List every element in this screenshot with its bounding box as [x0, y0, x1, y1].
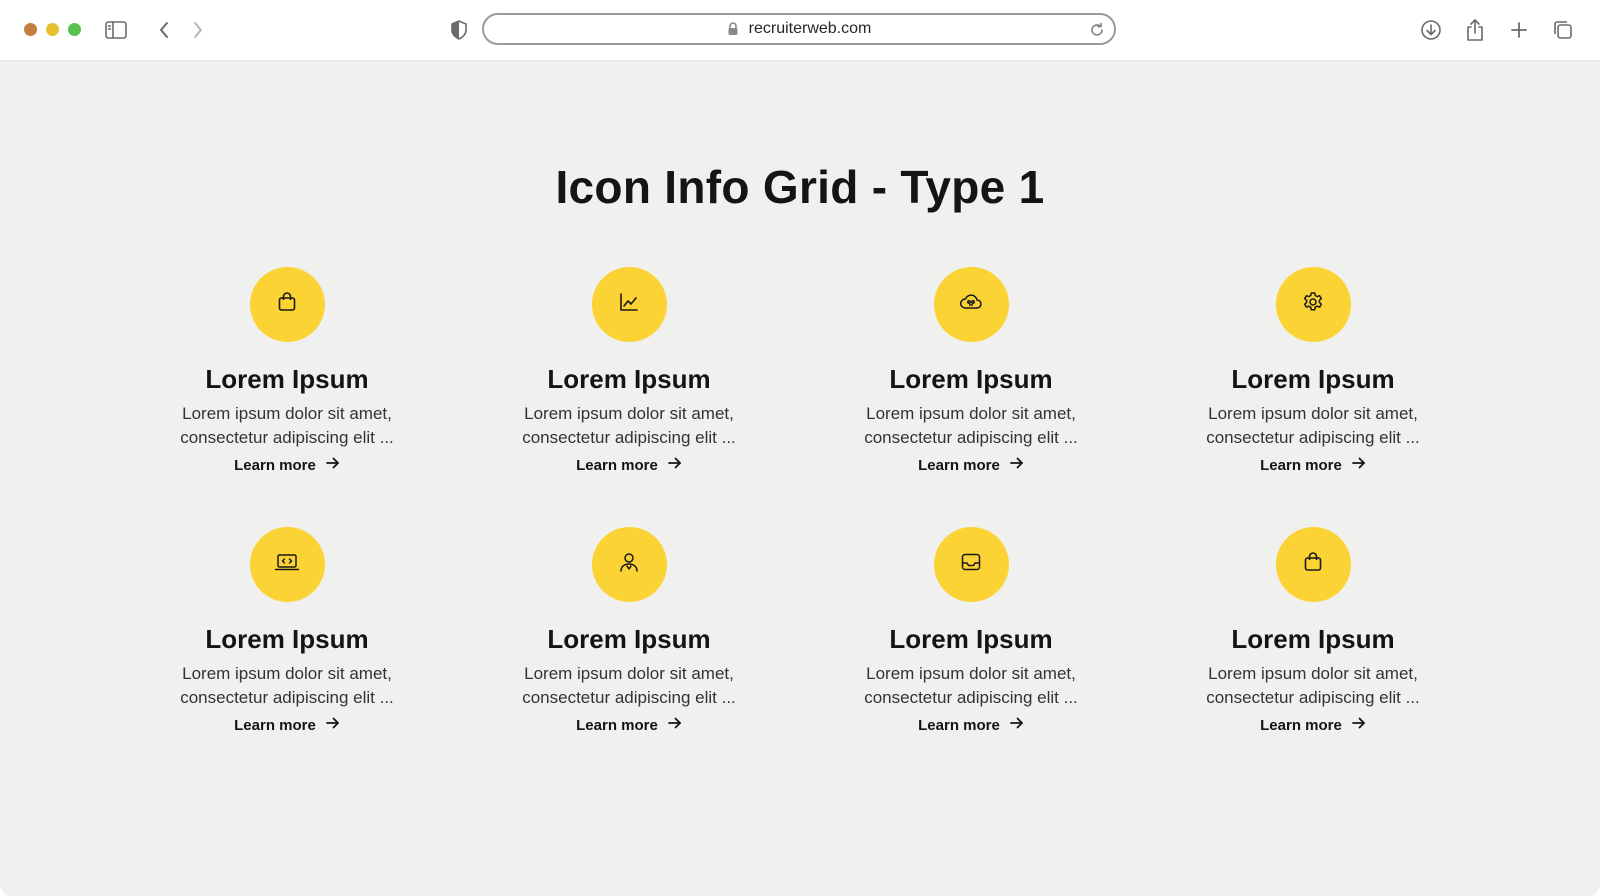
- info-card: Lorem Ipsum Lorem ipsum dolor sit amet, …: [479, 527, 779, 735]
- card-title: Lorem Ipsum: [205, 624, 369, 654]
- arrow-right-icon: [1009, 716, 1024, 734]
- info-card: Lorem Ipsum Lorem ipsum dolor sit amet, …: [1163, 527, 1463, 735]
- card-title: Lorem Ipsum: [205, 364, 369, 394]
- info-card: Lorem Ipsum Lorem ipsum dolor sit amet, …: [137, 527, 437, 735]
- laptop-code-icon: [274, 551, 300, 578]
- learn-more-link[interactable]: Learn more: [918, 456, 1024, 474]
- learn-more-link[interactable]: Learn more: [1260, 456, 1366, 474]
- learn-more-link[interactable]: Learn more: [1260, 716, 1366, 734]
- page-title: Icon Info Grid - Type 1: [555, 161, 1045, 213]
- info-card: Lorem Ipsum Lorem ipsum dolor sit amet, …: [479, 267, 779, 475]
- icon-circle: [933, 267, 1009, 342]
- arrow-right-icon: [325, 456, 340, 474]
- arrow-right-icon: [1009, 456, 1024, 474]
- sidebar-toggle-icon[interactable]: [102, 16, 130, 44]
- line-chart-icon: [618, 291, 640, 318]
- card-title: Lorem Ipsum: [547, 624, 711, 654]
- card-title: Lorem Ipsum: [1231, 624, 1395, 654]
- info-card: Lorem Ipsum Lorem ipsum dolor sit amet, …: [137, 267, 437, 475]
- close-window-button[interactable]: [24, 23, 37, 36]
- new-tab-icon[interactable]: [1505, 16, 1533, 44]
- browser-window: recruiterweb.com Icon Info Grid - Type 1…: [0, 0, 1600, 896]
- window-controls: [24, 23, 81, 36]
- learn-more-label: Learn more: [918, 716, 1000, 734]
- zoom-window-button[interactable]: [68, 23, 81, 36]
- icon-circle: [591, 527, 667, 602]
- arrow-right-icon: [667, 716, 682, 734]
- lock-icon: [727, 22, 739, 36]
- learn-more-label: Learn more: [234, 716, 316, 734]
- arrow-right-icon: [1351, 716, 1366, 734]
- browser-toolbar: recruiterweb.com: [0, 0, 1600, 61]
- learn-more-link[interactable]: Learn more: [234, 456, 340, 474]
- learn-more-link[interactable]: Learn more: [918, 716, 1024, 734]
- reload-icon[interactable]: [1086, 19, 1108, 41]
- address-bar[interactable]: recruiterweb.com: [482, 13, 1116, 45]
- arrow-right-icon: [667, 456, 682, 474]
- shopping-bag-icon: [1302, 551, 1324, 578]
- card-description: Lorem ipsum dolor sit amet, consectetur …: [522, 664, 736, 707]
- learn-more-label: Learn more: [576, 716, 658, 734]
- arrow-right-icon: [325, 716, 340, 734]
- card-description: Lorem ipsum dolor sit amet, consectetur …: [1206, 664, 1420, 707]
- icon-circle: [1275, 267, 1351, 342]
- icon-circle: [933, 527, 1009, 602]
- back-icon[interactable]: [150, 16, 178, 44]
- arrow-right-icon: [1351, 456, 1366, 474]
- address-url: recruiterweb.com: [748, 20, 872, 37]
- share-icon[interactable]: [1461, 16, 1489, 44]
- card-description: Lorem ipsum dolor sit amet, consectetur …: [180, 664, 394, 707]
- learn-more-link[interactable]: Learn more: [576, 456, 682, 474]
- privacy-shield-icon[interactable]: [445, 16, 473, 44]
- cloud-code-icon: [959, 291, 983, 318]
- learn-more-link[interactable]: Learn more: [576, 716, 682, 734]
- learn-more-link[interactable]: Learn more: [234, 716, 340, 734]
- info-card: Lorem Ipsum Lorem ipsum dolor sit amet, …: [1163, 267, 1463, 475]
- info-card: Lorem Ipsum Lorem ipsum dolor sit amet, …: [821, 527, 1121, 735]
- card-title: Lorem Ipsum: [1231, 364, 1395, 394]
- tab-overview-icon[interactable]: [1549, 16, 1577, 44]
- download-icon[interactable]: [1417, 16, 1445, 44]
- inbox-tray-icon: [960, 551, 982, 578]
- card-title: Lorem Ipsum: [889, 364, 1053, 394]
- user-badge-icon: [618, 551, 640, 578]
- card-description: Lorem ipsum dolor sit amet, consectetur …: [864, 664, 1078, 707]
- gear-icon: [1302, 291, 1324, 318]
- minimize-window-button[interactable]: [46, 23, 59, 36]
- learn-more-label: Learn more: [576, 456, 658, 474]
- card-title: Lorem Ipsum: [547, 364, 711, 394]
- card-description: Lorem ipsum dolor sit amet, consectetur …: [180, 404, 394, 447]
- learn-more-label: Learn more: [234, 456, 316, 474]
- learn-more-label: Learn more: [918, 456, 1000, 474]
- learn-more-label: Learn more: [1260, 456, 1342, 474]
- learn-more-label: Learn more: [1260, 716, 1342, 734]
- shopping-bag-icon: [276, 291, 298, 318]
- icon-circle: [249, 267, 325, 342]
- icon-circle: [249, 527, 325, 602]
- icon-circle: [591, 267, 667, 342]
- icon-circle: [1275, 527, 1351, 602]
- card-title: Lorem Ipsum: [889, 624, 1053, 654]
- forward-icon[interactable]: [184, 16, 212, 44]
- card-description: Lorem ipsum dolor sit amet, consectetur …: [1206, 404, 1420, 447]
- card-description: Lorem ipsum dolor sit amet, consectetur …: [864, 404, 1078, 447]
- info-card: Lorem Ipsum Lorem ipsum dolor sit amet, …: [821, 267, 1121, 475]
- card-description: Lorem ipsum dolor sit amet, consectetur …: [522, 404, 736, 447]
